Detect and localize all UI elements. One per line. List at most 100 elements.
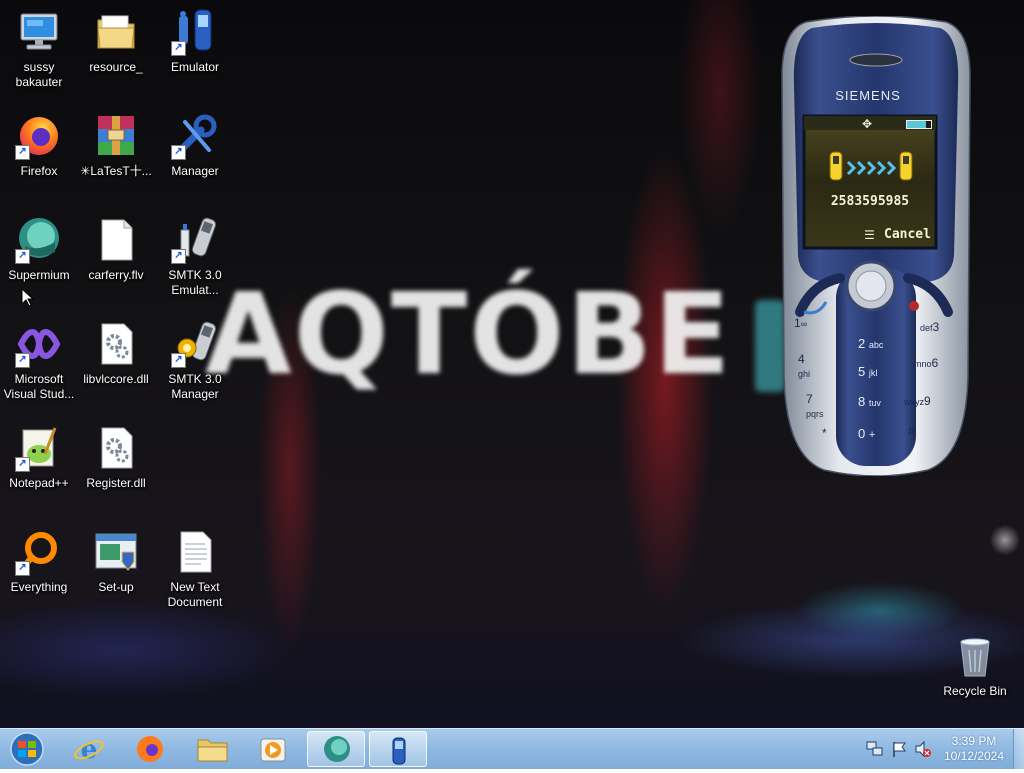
key-0-label: 0	[858, 426, 866, 441]
desktop-icon-smtk-emulator[interactable]: ↗ SMTK 3.0 Emulat...	[157, 210, 233, 310]
desktop-icon-firefox[interactable]: ↗ Firefox	[1, 106, 77, 206]
key-2-label: 2	[858, 336, 866, 351]
taskbar: e 3:39 PM 10/12/2024	[0, 728, 1024, 769]
shortcut-arrow-icon: ↗	[15, 353, 30, 368]
desktop-icon-supermium[interactable]: ↗ Supermium	[1, 210, 77, 310]
wallpaper-text: AQTÓBE	[205, 270, 733, 400]
key-4-label: 4	[798, 352, 805, 366]
key-4[interactable]: 4 ghi	[798, 352, 810, 380]
desktop-icon-libvlccore[interactable]: libvlccore.dll	[78, 314, 154, 414]
manager-wrench-icon: ↗	[171, 112, 219, 160]
desktop-icon-smtk-manager[interactable]: ↗ SMTK 3.0 Manager	[157, 314, 233, 414]
desktop-icon-latest[interactable]: ✳LaTesT十...	[78, 106, 154, 206]
desktop-icon-visual-studio[interactable]: ↗ Microsoft Visual Stud...	[1, 314, 77, 414]
key-3[interactable]: def3	[920, 320, 939, 334]
taskbar-internet-explorer[interactable]: e	[60, 731, 118, 767]
desktop-icon-new-text-document[interactable]: New Text Document	[157, 522, 233, 622]
key-1[interactable]: 1∞	[794, 316, 807, 330]
key-6-letters: mno	[914, 359, 932, 369]
svg-text:e: e	[81, 735, 98, 765]
desktop-icon-label: SMTK 3.0 Manager	[168, 372, 222, 401]
key-star[interactable]: *	[822, 426, 827, 440]
action-center-flag-icon[interactable]	[890, 740, 908, 758]
key-9[interactable]: wxyz9	[904, 394, 931, 408]
key-1-label: 1	[794, 316, 801, 330]
key-0-plus: +	[868, 429, 876, 441]
key-5-label: 5	[858, 364, 866, 379]
key-8[interactable]: 8 tuv	[858, 394, 881, 409]
system-clock[interactable]: 3:39 PM 10/12/2024	[938, 734, 1010, 764]
key-6-label: 6	[931, 356, 939, 370]
shortcut-arrow-icon: ↗	[15, 457, 30, 472]
key-0[interactable]: 0 +	[858, 426, 875, 441]
desktop-icon-recycle-bin[interactable]: Recycle Bin	[937, 626, 1013, 726]
folder-icon	[92, 8, 140, 56]
desktop-icon-label: sussy bakauter	[15, 60, 63, 89]
call-transfer-icon	[826, 150, 916, 186]
voicemail-icon: ∞	[800, 319, 808, 329]
key-8-letters: tuv	[868, 398, 881, 408]
key-3-letters: def	[920, 323, 933, 333]
key-star-label: *	[822, 426, 827, 440]
key-2[interactable]: 2 abc	[858, 336, 883, 351]
windows-start-orb-icon	[10, 732, 44, 766]
text-document-icon	[171, 528, 219, 576]
menu-softkey-icon[interactable]: ☰	[864, 228, 875, 242]
volume-muted-icon[interactable]	[914, 740, 932, 758]
firefox-icon	[137, 736, 163, 762]
key-7[interactable]: 7 pqrs	[806, 392, 824, 420]
desktop-icon-register[interactable]: Register.dll	[78, 418, 154, 518]
notepadpp-icon: ↗	[15, 424, 63, 472]
taskbar-firefox[interactable]	[121, 731, 179, 767]
desktop-icon-label: libvlccore.dll	[83, 372, 149, 386]
taskbar-supermium[interactable]	[307, 731, 365, 767]
desktop-icon-manager[interactable]: ↗ Manager	[157, 106, 233, 206]
desktop-icon-setup[interactable]: Set-up	[78, 522, 154, 622]
shortcut-arrow-icon: ↗	[171, 353, 186, 368]
desktop-icon-resource[interactable]: resource_	[78, 2, 154, 102]
shortcut-arrow-icon: ↗	[15, 249, 30, 264]
desktop-icon-label: Everything	[10, 580, 68, 594]
computer-icon	[15, 8, 63, 56]
key-8-label: 8	[858, 394, 866, 409]
key-5-letters: jkl	[868, 368, 878, 378]
everything-icon: ↗	[15, 528, 63, 576]
shortcut-arrow-icon: ↗	[171, 249, 186, 264]
network-icon[interactable]	[866, 740, 884, 758]
internet-explorer-icon: e	[74, 735, 104, 765]
taskbar-media-player[interactable]	[244, 731, 302, 767]
taskbar-emulator[interactable]	[369, 731, 427, 767]
phone-emulator-window[interactable]: SIEMENS ✥ 2583595985 ☰ Cancel 1∞ 2 abc d…	[778, 15, 974, 477]
start-button[interactable]	[2, 731, 52, 767]
desktop-icon-everything[interactable]: ↗ Everything	[1, 522, 77, 622]
smtk-phone-icon: ↗	[171, 216, 219, 264]
key-hash[interactable]: #	[908, 424, 915, 438]
key-4-letters: ghi	[798, 369, 811, 379]
key-6[interactable]: mno6	[914, 356, 938, 370]
key-2-letters: abc	[868, 340, 884, 350]
cancel-softkey[interactable]: Cancel	[884, 227, 931, 242]
desktop: AQTÓBE sussy bakauter ↗ Firefox ↗ Superm…	[0, 0, 1024, 728]
visual-studio-icon: ↗	[15, 320, 63, 368]
key-hash-label: #	[908, 424, 915, 438]
taskbar-file-explorer[interactable]	[183, 731, 241, 767]
desktop-icon-emulator[interactable]: ↗ Emulator	[157, 2, 233, 102]
desktop-icon-carferry[interactable]: carferry.flv	[78, 210, 154, 310]
emulator-phone-icon: ↗	[171, 8, 219, 56]
desktop-icon-label: New Text Document	[167, 580, 223, 609]
key-5[interactable]: 5 jkl	[858, 364, 877, 379]
clock-date: 10/12/2024	[943, 749, 1005, 763]
desktop-icon-label: Microsoft Visual Stud...	[3, 372, 75, 401]
desktop-icon-sussy-bakauter[interactable]: sussy bakauter	[1, 2, 77, 102]
shortcut-arrow-icon: ↗	[171, 145, 186, 160]
desktop-icon-notepadpp[interactable]: ↗ Notepad++	[1, 418, 77, 518]
desktop-icon-label: Recycle Bin	[943, 684, 1007, 698]
dll-gear-icon	[92, 320, 140, 368]
supermium-icon: ↗	[15, 216, 63, 264]
desktop-icon-label: Firefox	[20, 164, 58, 178]
desktop-icon-label: Emulator	[170, 60, 220, 74]
key-9-label: 9	[924, 394, 931, 408]
show-desktop-button[interactable]	[1013, 729, 1024, 769]
phone-brand: SIEMENS	[835, 88, 901, 103]
desktop-icon-label: Set-up	[98, 580, 134, 594]
